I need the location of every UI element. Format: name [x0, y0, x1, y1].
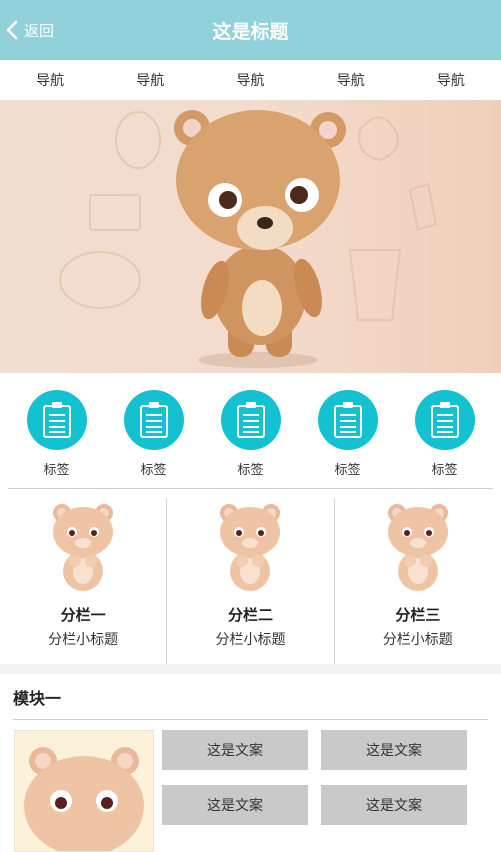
chevron-left-icon — [6, 20, 18, 40]
bear-icon — [220, 504, 281, 591]
column-title: 分栏三 — [395, 606, 441, 624]
copy-button-4[interactable]: 这是文案 — [321, 785, 467, 825]
clipboard-icon — [123, 390, 184, 450]
nav-item-5[interactable]: 导航 — [401, 70, 501, 90]
column-subtitle: 分栏小标题 — [48, 632, 119, 648]
label-text: 标签 — [431, 463, 458, 478]
label-item-3[interactable]: 标签 — [216, 390, 286, 478]
teddy-bear-illustration — [59, 110, 438, 368]
banner-image[interactable] — [0, 100, 501, 373]
clipboard-icon — [317, 390, 378, 450]
label-item-4[interactable]: 标签 — [313, 390, 383, 478]
label-text: 标签 — [140, 463, 167, 478]
clipboard-icon — [26, 390, 87, 450]
label-item-2[interactable]: 标签 — [119, 390, 189, 478]
copy-button-1[interactable]: 这是文案 — [162, 730, 308, 770]
column-1[interactable]: 分栏一 分栏小标题 — [0, 499, 168, 664]
back-button[interactable]: 返回 — [6, 0, 54, 60]
page-title: 这是标题 — [212, 20, 289, 43]
copy-button-2[interactable]: 这是文案 — [321, 730, 467, 770]
top-bar: 返回 这是标题 — [0, 0, 501, 60]
module-thumbnail[interactable] — [14, 730, 154, 852]
label-grid: 标签 标签 标签 标签 标签 — [8, 373, 493, 489]
nav-bar: 导航 导航 导航 导航 导航 — [0, 60, 501, 100]
nav-item-3[interactable]: 导航 — [200, 70, 300, 90]
copy-button-3[interactable]: 这是文案 — [162, 785, 308, 825]
nav-item-2[interactable]: 导航 — [100, 70, 200, 90]
label-text: 标签 — [334, 463, 361, 478]
label-text: 标签 — [237, 463, 264, 478]
nav-item-4[interactable]: 导航 — [301, 70, 401, 90]
column-subtitle: 分栏小标题 — [215, 632, 286, 648]
label-item-5[interactable]: 标签 — [410, 390, 480, 478]
clipboard-icon — [414, 390, 475, 450]
section-divider — [0, 664, 501, 674]
bear-icon — [53, 504, 114, 591]
label-text: 标签 — [43, 463, 70, 478]
column-title: 分栏二 — [227, 606, 273, 624]
nav-item-1[interactable]: 导航 — [0, 70, 100, 90]
label-item-1[interactable]: 标签 — [22, 390, 92, 478]
back-label: 返回 — [24, 21, 55, 40]
column-2[interactable]: 分栏二 分栏小标题 — [167, 499, 335, 664]
module-title: 模块一 — [13, 674, 488, 720]
module-body: 这是文案 这是文案 这是文案 这是文案 — [0, 720, 501, 852]
column-subtitle: 分栏小标题 — [382, 632, 453, 648]
clipboard-icon — [220, 390, 281, 450]
column-section: 分栏一 分栏小标题 分栏二 分栏小标题 分栏三 分栏小标题 — [0, 489, 501, 664]
bear-icon — [387, 504, 448, 591]
column-3[interactable]: 分栏三 分栏小标题 — [335, 499, 501, 664]
column-title: 分栏一 — [60, 606, 106, 624]
bear-icon — [24, 747, 144, 851]
